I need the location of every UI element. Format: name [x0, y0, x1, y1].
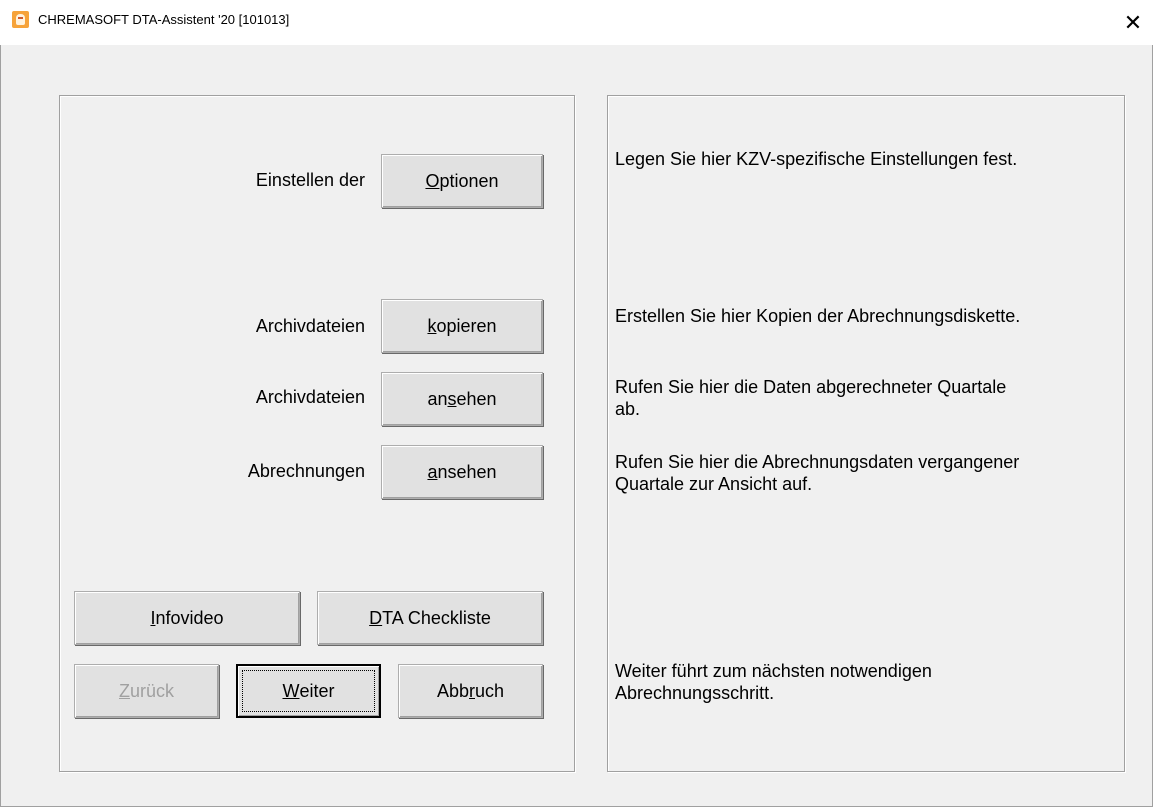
view-archive-description: Rufen Sie hier die Daten abgerechneter Q… — [615, 377, 1007, 419]
app-icon — [12, 11, 29, 28]
cancel-button[interactable]: Abb r uch — [398, 664, 543, 718]
view-billing-button[interactable]: a nsehen — [381, 445, 543, 499]
window-title: CHREMASOFT DTA-Assistent '20 [101013] — [38, 12, 290, 27]
options-button[interactable]: Optionen — [381, 154, 543, 208]
infovideo-button[interactable]: Infovideo — [74, 591, 300, 645]
next-description: Weiter führt zum nächsten notwendigen Ab… — [615, 661, 932, 703]
title-bar: CHREMASOFT DTA-Assistent '20 [101013] ✕ — [0, 0, 1153, 45]
next-button[interactable]: Weiter — [236, 664, 381, 718]
copy-archive-description: Erstellen Sie hier Kopien der Abrechnung… — [615, 306, 1021, 326]
archive-copy-label: Archivdateien — [255, 316, 365, 336]
dta-checklist-button[interactable]: D TA Checkliste — [317, 591, 543, 645]
options-row-label: Einstellen der — [255, 170, 365, 190]
view-billing-description: Rufen Sie hier die Abrechnungsdaten verg… — [615, 452, 1020, 494]
back-button[interactable]: Zurück — [74, 664, 219, 718]
copy-archive-button[interactable]: k opieren — [381, 299, 543, 353]
archive-view-label: Archivdateien — [255, 387, 365, 407]
close-icon[interactable]: ✕ — [1113, 0, 1153, 45]
options-description: Legen Sie hier KZV-spezifische Einstellu… — [615, 149, 1018, 169]
view-archive-button[interactable]: an s ehen — [381, 372, 543, 426]
billing-view-label: Abrechnungen — [247, 461, 365, 481]
